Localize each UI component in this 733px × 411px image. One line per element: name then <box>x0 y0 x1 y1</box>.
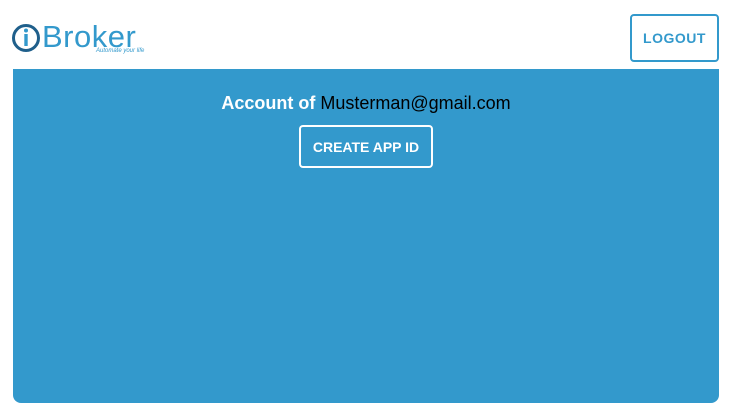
iobroker-logo: Broker Automate your life <box>11 19 165 58</box>
account-email: Musterman@gmail.com <box>320 93 511 113</box>
logo-icon <box>12 24 40 52</box>
logout-button[interactable]: LOGOUT <box>630 14 719 62</box>
account-heading: Account of Musterman@gmail.com <box>13 92 719 114</box>
logo-tagline: Automate your life <box>96 48 145 54</box>
header: Broker Automate your life LOGOUT <box>0 0 733 69</box>
create-app-id-button[interactable]: CREATE APP ID <box>299 125 433 168</box>
account-label: Account of <box>221 93 316 113</box>
account-panel: Account of Musterman@gmail.com CREATE AP… <box>13 69 719 403</box>
